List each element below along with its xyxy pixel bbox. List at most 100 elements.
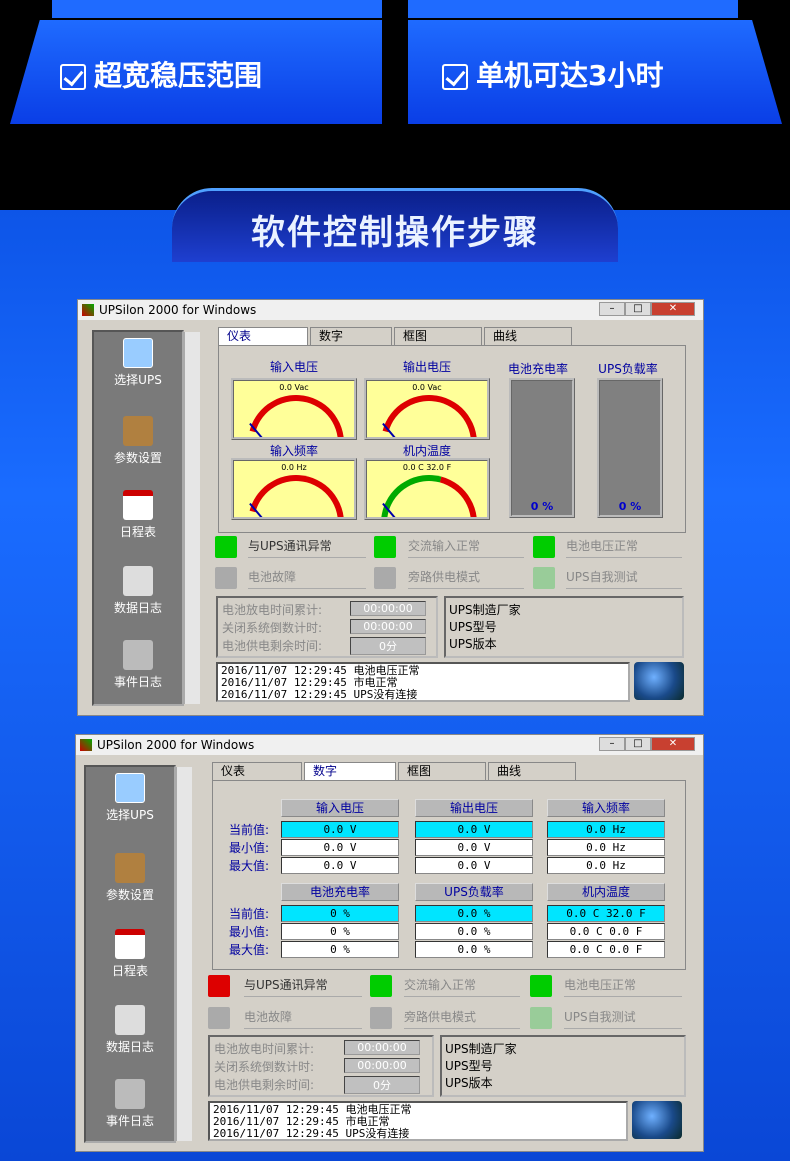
sidebar-scrollbar[interactable] [184,332,200,704]
timer-label: 关闭系统倒数计时: [222,621,323,635]
timer-label: 电池放电时间累计: [222,603,323,617]
battery-icon [533,536,555,558]
sidebar-item-settings[interactable]: 参数设置 [94,416,182,466]
info-line: UPS版本 [445,1076,493,1090]
value-cell: 0.0 Hz [547,821,665,838]
status-label: 电池电压正常 [564,975,682,997]
sidebar-scrollbar[interactable] [176,767,192,1141]
minimize-button[interactable]: – [599,302,625,316]
row-label: 最小值: [229,841,270,855]
comm-error-icon [215,536,237,558]
row-label: 当前值: [229,907,270,921]
gauge-label: 机内温度 [402,444,451,458]
maximize-button[interactable]: □ [625,302,651,316]
tab-gauges[interactable]: 仪表 [212,762,302,780]
battery-icon [530,975,552,997]
tab-curve[interactable]: 曲线 [484,327,572,345]
value-cell: 0.0 V [281,839,399,856]
bar-value: 0 % [618,500,642,513]
temperature-meter: 0.0 C 32.0 F [364,458,490,520]
tab-diagram[interactable]: 框图 [394,327,482,345]
value-cell: 0.0 V [415,857,533,874]
event-log[interactable]: 2016/11/07 12:29:45 电池电压正常 2016/11/07 12… [208,1101,628,1141]
app-window-gauges: UPSilon 2000 for Windows – □ ✕ 选择UPS 参数设置 … [77,299,704,716]
timer-label: 电池供电剩余时间: [222,639,323,653]
row-label: 最大值: [229,943,270,957]
sidebar-item-select-ups[interactable]: 选择UPS [86,773,174,823]
tab-gauges[interactable]: 仪表 [218,327,308,345]
sidebar-item-data-log[interactable]: 数据日志 [94,566,182,616]
event-log[interactable]: 2016/11/07 12:29:45 电池电压正常 2016/11/07 12… [216,662,630,702]
timer-value: 00:00:00 [350,619,426,634]
hammer-icon [115,853,145,883]
log-entry: 2016/11/07 12:29:45 UPS没有连接 [221,688,418,701]
meter-unit: 0.0 C 32.0 F [402,463,452,472]
close-button[interactable]: ✕ [651,737,695,751]
info-line: UPS版本 [449,637,497,651]
gauge-label: 输入电压 [269,360,318,374]
gauge-label: 输出电压 [402,360,451,374]
window-titlebar: UPSilon 2000 for Windows – □ ✕ [78,300,703,320]
section-title-tab: 软件控制操作步骤 [172,188,618,262]
timer-panel: 电池放电时间累计: 00:00:00 关闭系统倒数计时: 00:00:00 电池… [216,596,438,658]
sidebar-label: 参数设置 [113,451,162,465]
tab-bar: 仪表 数字 框图 曲线 [218,327,574,345]
value-cell: 0 % [281,941,399,958]
sidebar-item-data-log[interactable]: 数据日志 [86,1005,174,1055]
timer-value: 0分 [350,637,426,655]
sidebar-label: 事件日志 [105,1114,154,1128]
calendar-icon [115,929,145,959]
checkbox-icon [442,64,468,90]
sidebar-label: 数据日志 [113,601,162,615]
status-label: 电池电压正常 [566,536,682,558]
feature-panel-left: 超宽稳压范围 [10,20,382,124]
comm-error-icon [208,975,230,997]
meter-unit: 0.0 Hz [281,463,307,472]
sidebar-item-schedule[interactable]: 日程表 [86,929,174,979]
value-cell: 0.0 % [415,923,533,940]
column-header: 输出电压 [415,799,533,817]
value-cell: 0.0 Hz [547,857,665,874]
bar-value: 0 % [530,500,554,513]
tab-diagram[interactable]: 框图 [398,762,486,780]
tab-digital[interactable]: 数字 [310,327,392,345]
status-label: 电池故障 [248,567,366,589]
sidebar-item-event-log[interactable]: 事件日志 [86,1079,174,1129]
ups-info-panel: UPS制造厂家 UPS型号 UPS版本 [444,596,684,658]
magnifier-icon [115,773,145,803]
status-label: 电池故障 [244,1007,362,1029]
sidebar-item-select-ups[interactable]: 选择UPS [94,338,182,388]
timer-value: 00:00:00 [344,1040,420,1055]
info-line: UPS制造厂家 [445,1042,517,1056]
sidebar-label: 日程表 [111,964,148,978]
row-label: 最小值: [229,925,270,939]
status-label: 与UPS通讯异常 [244,975,362,997]
gauge-panel: 输入电压 0.0 Vac 输出电压 0.0 Vac 输入频率 0.0 Hz 机内… [218,345,686,533]
timer-value: 00:00:00 [350,601,426,616]
close-button[interactable]: ✕ [651,302,695,316]
maximize-button[interactable]: □ [625,737,651,751]
app-window-digital: UPSilon 2000 for Windows – □ ✕ 选择UPS 参数设置 … [75,734,704,1152]
calendar-icon [123,490,153,520]
self-test-icon [533,567,555,589]
window-titlebar: UPSilon 2000 for Windows – □ ✕ [76,735,703,755]
sidebar-label: 事件日志 [113,675,162,689]
gauge-label: 电池充电率 [507,362,568,376]
info-line: UPS型号 [445,1059,493,1073]
globe-icon [632,1101,682,1139]
sidebar-item-event-log[interactable]: 事件日志 [94,640,182,690]
meter-unit: 0.0 Vac [412,383,442,392]
top-strip [52,0,382,18]
top-strip [408,0,738,18]
column-header: 输入电压 [281,799,399,817]
tab-curve[interactable]: 曲线 [488,762,576,780]
sidebar-item-settings[interactable]: 参数设置 [86,853,174,903]
plug-icon [374,536,396,558]
document-icon [115,1005,145,1035]
sidebar-label: 选择UPS [114,373,162,387]
minimize-button[interactable]: – [599,737,625,751]
sidebar-item-schedule[interactable]: 日程表 [94,490,182,540]
input-frequency-meter: 0.0 Hz [231,458,357,520]
status-label: 交流输入正常 [408,536,524,558]
tab-digital[interactable]: 数字 [304,762,396,780]
